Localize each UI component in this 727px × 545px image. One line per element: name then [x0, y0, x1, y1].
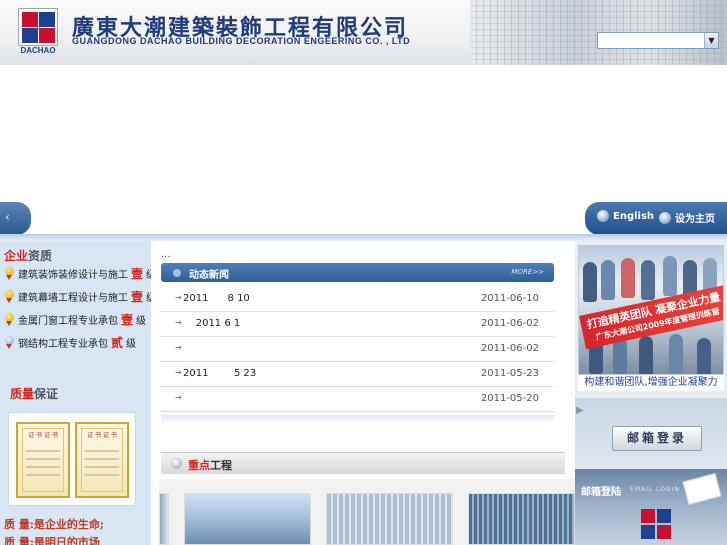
quality-slogan: 质 量:是企业的生命;: [4, 518, 104, 531]
news-item[interactable]: → 2011 6 1 2011-06-02: [161, 312, 554, 337]
news-item[interactable]: → 2011 8 10 2011-06-10: [161, 287, 554, 312]
news-header: 动态新闻 MORE>>: [161, 263, 554, 282]
qualification-item: 金属门窗工程专业承包壹级: [4, 309, 146, 329]
news-list: → 2011 8 10 2011-06-10 → 2011 6 1 2011-0…: [161, 287, 554, 412]
certificate-box[interactable]: 证 书 证 书 证 书 证 书: [8, 412, 136, 506]
mail-login-button[interactable]: 邮箱登录: [612, 426, 702, 451]
news-footer: [161, 415, 554, 423]
certificate-image[interactable]: 证 书 证 书: [75, 422, 129, 498]
arrow-right-icon: ▶: [576, 405, 584, 416]
projects-title: 重点工程: [188, 459, 232, 472]
chevron-down-icon[interactable]: ▼: [704, 33, 718, 48]
mail-panel: ▶ 邮箱登录: [575, 398, 727, 469]
site-header: DACHAO 廣東大潮建築裝飾工程有限公司 GUANGDONG DACHAO B…: [0, 0, 727, 65]
quality-slogan: 质 量:是明日的市场: [4, 536, 100, 545]
qualification-item: 建筑装饰装修设计与施工壹级: [4, 263, 156, 283]
certificate-image[interactable]: 证 书 证 书: [16, 422, 70, 498]
chevron-left-icon: ‹: [5, 210, 10, 224]
project-image[interactable]: [184, 493, 311, 545]
qualification-item: 建筑幕墙工程设计与施工壹级: [4, 286, 156, 306]
news-item[interactable]: → 2011-06-02: [161, 337, 554, 362]
home-icon: [659, 211, 671, 224]
company-name-english: GUANGDONG DACHAO BUILDING DECORATION ENG…: [72, 36, 411, 46]
qualification-item: 钢结构工程专业承包贰级: [4, 332, 136, 352]
medal-icon: [4, 312, 15, 326]
english-link[interactable]: English: [597, 210, 654, 222]
project-image[interactable]: [159, 493, 169, 545]
project-image[interactable]: [468, 493, 575, 545]
main-content: ... 动态新闻 MORE>> → 2011 8 10 2011-06-10 →…: [151, 241, 575, 545]
left-sidebar: 企业资质 建筑装饰装修设计与施工壹级 建筑幕墙工程设计与施工壹级 金属门窗工程专…: [0, 241, 156, 545]
photo-caption: 构建和谐团队,增强企业凝聚力: [578, 375, 724, 391]
envelope-icon: [682, 473, 722, 505]
company-logo-small: [641, 509, 655, 523]
globe-icon: [597, 210, 609, 222]
news-item[interactable]: → 2011 5 23 2011-05-23: [161, 362, 554, 387]
bullet-icon: [173, 269, 181, 277]
arrow-right-icon: →: [175, 393, 182, 402]
projects-gallery: [159, 479, 575, 545]
project-image[interactable]: [326, 493, 453, 545]
logo-text: DACHAO: [20, 46, 56, 55]
breadcrumb: ...: [161, 249, 171, 260]
mail-login-banner[interactable]: 邮箱登陆 EMAIL LOGIN: [575, 469, 727, 545]
quality-heading: 质量保证: [10, 387, 59, 401]
news-more-link[interactable]: MORE>>: [511, 268, 544, 276]
projects-header: 重点工程: [161, 452, 565, 474]
site-select-dropdown[interactable]: ▼: [597, 32, 719, 49]
medal-icon: [4, 266, 15, 280]
medal-icon: [4, 289, 15, 303]
nav-bar: ‹ English 设为主页: [0, 202, 727, 235]
arrow-right-icon: →: [175, 293, 182, 302]
qualification-heading: 企业资质: [4, 249, 53, 263]
nav-left-cap: ‹: [0, 202, 31, 235]
nav-shadow: [0, 234, 727, 241]
bullet-icon: [171, 458, 182, 469]
arrow-right-icon: →: [175, 343, 182, 352]
tab-news[interactable]: 动态新闻: [189, 266, 229, 281]
company-logo[interactable]: [18, 8, 58, 46]
right-sidebar: 打造精英团队 凝聚企业力量 广东大潮公司2009年度管理训练营 构建和谐团队,增…: [575, 241, 727, 545]
news-item[interactable]: → 2011-05-20: [161, 387, 554, 412]
arrow-right-icon: →: [175, 368, 182, 377]
team-photo[interactable]: 打造精英团队 凝聚企业力量 广东大潮公司2009年度管理训练营: [578, 245, 724, 375]
set-homepage-link[interactable]: 设为主页: [659, 210, 715, 225]
nav-right-links: English 设为主页: [585, 202, 727, 235]
arrow-right-icon: →: [175, 318, 182, 327]
medal-icon: [4, 335, 15, 349]
